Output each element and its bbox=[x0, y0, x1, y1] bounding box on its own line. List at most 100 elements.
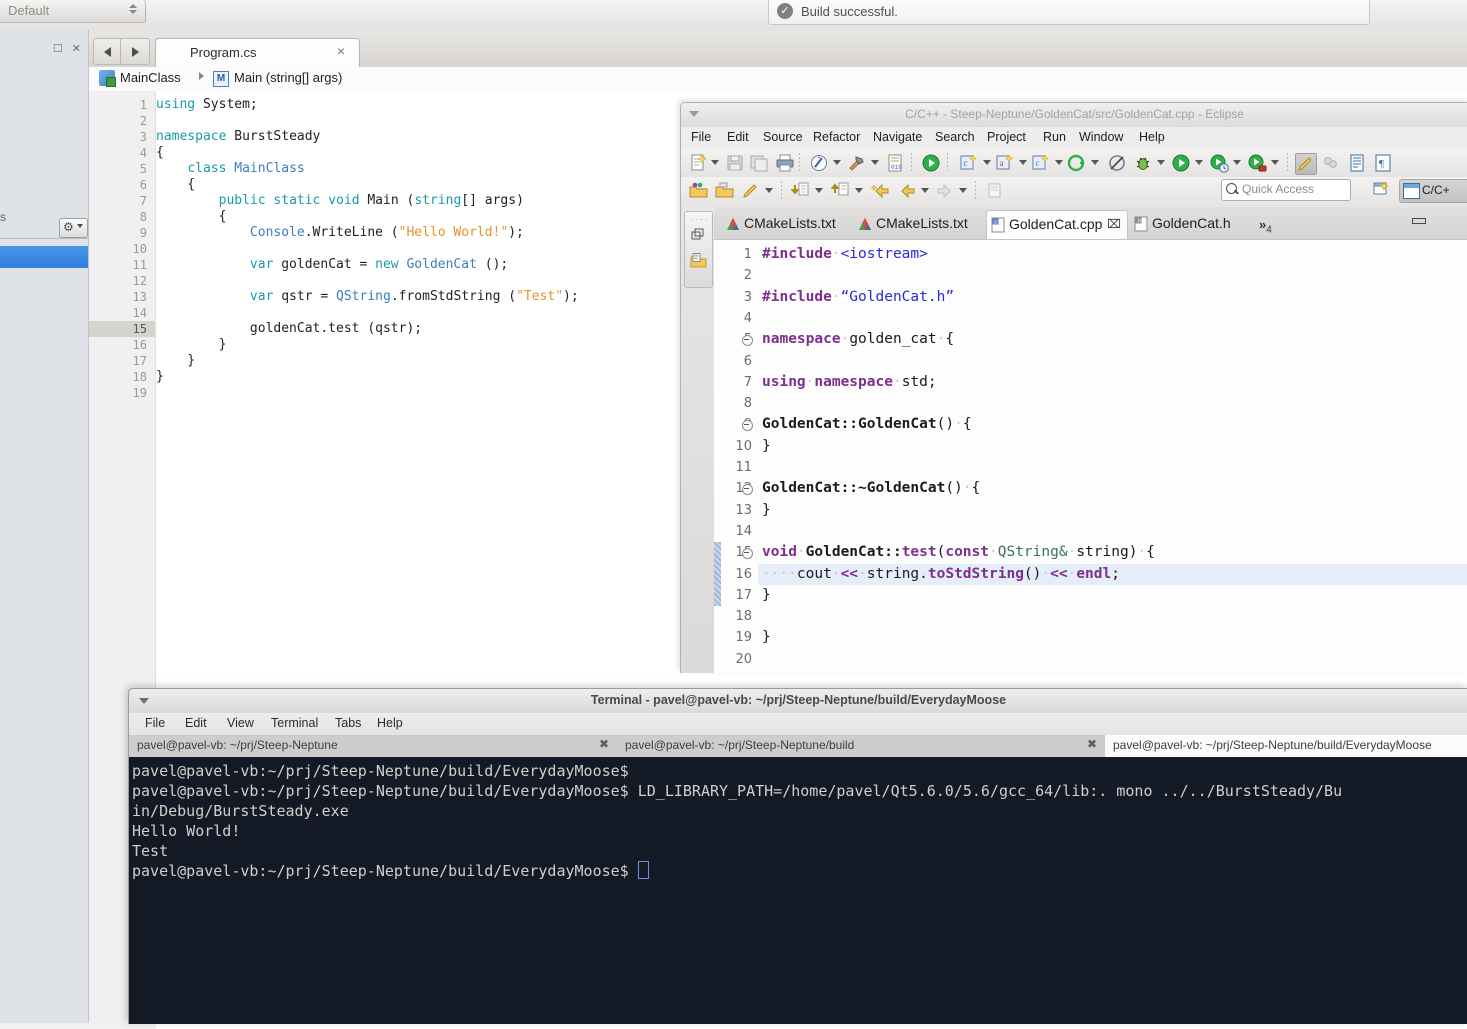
link-with-editor-button[interactable] bbox=[1321, 153, 1341, 173]
eclipse-tab-goldencat-cpp[interactable]: .c GoldenCat.cpp ⌧ bbox=[986, 210, 1128, 240]
code-line[interactable] bbox=[762, 265, 771, 286]
fold-collapse-icon[interactable] bbox=[742, 420, 753, 432]
code-line[interactable] bbox=[762, 351, 771, 372]
debug-dropdown[interactable] bbox=[1157, 160, 1165, 165]
new-c-source-button[interactable]: a bbox=[995, 153, 1015, 173]
close-icon[interactable]: × bbox=[337, 43, 345, 59]
external-tools-dropdown[interactable] bbox=[1271, 160, 1279, 165]
code-line[interactable] bbox=[762, 649, 771, 670]
pad-options-gear-button[interactable]: ⚙ bbox=[59, 218, 88, 238]
eclipse-menu-source[interactable]: Source bbox=[763, 130, 803, 144]
navigate-forward-dropdown[interactable] bbox=[959, 188, 967, 193]
editor-tab-program-cs[interactable]: Program.cs × bbox=[155, 38, 360, 68]
code-line[interactable]: GoldenCat::~GoldenCat()·{ bbox=[762, 478, 980, 499]
terminal-menu-edit[interactable]: Edit bbox=[185, 716, 207, 730]
code-line[interactable] bbox=[762, 308, 771, 329]
back-to-last-edit-button[interactable] bbox=[870, 181, 891, 201]
code-line[interactable]: void·GoldenCat::test(const·QString&·stri… bbox=[762, 542, 1155, 563]
new-c-dropdown[interactable] bbox=[983, 160, 991, 165]
terminal-output[interactable]: pavel@pavel-vb:~/prj/Steep-Neptune/build… bbox=[129, 757, 1467, 1024]
new-c-header-button[interactable]: c bbox=[1031, 153, 1051, 173]
eclipse-titlebar[interactable]: C/C++ - Steep-Neptune/GoldenCat/src/Gold… bbox=[681, 103, 1467, 128]
code-line[interactable]: } bbox=[762, 436, 771, 457]
eclipse-menu-project[interactable]: Project bbox=[987, 130, 1026, 144]
skip-breakpoints-button[interactable] bbox=[1107, 153, 1127, 173]
terminal-menu-help[interactable]: Help bbox=[377, 716, 403, 730]
code-line[interactable] bbox=[762, 606, 771, 627]
code-line[interactable]: #include·“GoldenCat.h” bbox=[762, 287, 954, 308]
profile-button[interactable] bbox=[1209, 153, 1229, 173]
terminal-tab-1[interactable]: pavel@pavel-vb: ~/prj/Steep-Neptune ✖ bbox=[129, 735, 618, 757]
debug-button[interactable] bbox=[1133, 153, 1153, 173]
terminal-titlebar[interactable]: Terminal - pavel@pavel-vb: ~/prj/Steep-N… bbox=[129, 689, 1467, 714]
navigate-back-button[interactable] bbox=[897, 181, 917, 201]
run-last-button[interactable] bbox=[1171, 153, 1191, 173]
eclipse-menu-help[interactable]: Help bbox=[1139, 130, 1165, 144]
pad-selected-row[interactable] bbox=[0, 246, 88, 268]
profile-dropdown[interactable] bbox=[1233, 160, 1241, 165]
new-file-dropdown[interactable] bbox=[711, 160, 719, 165]
build-all-button[interactable] bbox=[809, 153, 829, 173]
breadcrumb-class[interactable]: MainClass bbox=[120, 70, 181, 85]
drag-handle-icon[interactable]: ···· bbox=[691, 215, 710, 224]
close-icon[interactable]: ✖ bbox=[1087, 737, 1097, 751]
eclipse-tab-goldencat-h[interactable]: .h GoldenCat.h bbox=[1130, 210, 1248, 239]
code-line[interactable] bbox=[762, 393, 771, 414]
code-line[interactable]: GoldenCat::GoldenCat()·{ bbox=[762, 414, 972, 435]
code-line[interactable]: #include·<iostream> bbox=[762, 244, 928, 265]
build-dropdown[interactable] bbox=[833, 160, 841, 165]
toggle-mark-occurrences-button[interactable] bbox=[1295, 153, 1317, 175]
external-tools-button[interactable] bbox=[1247, 153, 1267, 173]
navigate-forward-button[interactable] bbox=[120, 38, 150, 65]
run-dropdown[interactable] bbox=[1195, 160, 1203, 165]
eclipse-menu-search[interactable]: Search bbox=[935, 130, 975, 144]
eclipse-menu-edit[interactable]: Edit bbox=[727, 130, 749, 144]
code-line[interactable]: } bbox=[762, 585, 771, 606]
navigate-back-button[interactable] bbox=[93, 38, 123, 65]
terminal-prompt-line[interactable]: pavel@pavel-vb:~/prj/Steep-Neptune/build… bbox=[132, 861, 1467, 881]
eclipse-menu-file[interactable]: File bbox=[691, 130, 711, 144]
project-explorer-icon[interactable] bbox=[690, 252, 708, 273]
build-config-dropdown[interactable] bbox=[871, 160, 879, 165]
open-project-button[interactable] bbox=[689, 181, 709, 201]
last-edit-location-button[interactable] bbox=[741, 181, 761, 201]
fold-collapse-icon[interactable] bbox=[742, 548, 753, 560]
show-source-quick-view[interactable] bbox=[1347, 153, 1367, 173]
perspective-switch-cpp[interactable]: C/C+ bbox=[1399, 179, 1467, 203]
pad-window-controls-icon[interactable]: ☐ ✕ bbox=[53, 42, 84, 55]
code-line[interactable] bbox=[762, 457, 771, 478]
minimized-views-stack[interactable]: ···· bbox=[684, 211, 713, 288]
eclipse-menu-window[interactable]: Window bbox=[1079, 130, 1123, 144]
eclipse-menu-run[interactable]: Run bbox=[1043, 130, 1066, 144]
terminal-tab-3[interactable]: pavel@pavel-vb: ~/prj/Steep-Neptune/buil… bbox=[1105, 735, 1467, 757]
build-button[interactable] bbox=[847, 153, 867, 173]
next-annotation-button[interactable] bbox=[790, 181, 811, 201]
navigate-back-dropdown[interactable] bbox=[921, 188, 929, 193]
code-line[interactable]: namespace·golden_cat·{ bbox=[762, 329, 954, 350]
new-source-dropdown[interactable] bbox=[1019, 160, 1027, 165]
new-c-class-button[interactable]: c bbox=[959, 153, 979, 173]
breadcrumb-member[interactable]: Main (string[] args) bbox=[234, 70, 342, 85]
terminal-menu-file[interactable]: File bbox=[145, 716, 165, 730]
code-line[interactable] bbox=[762, 521, 771, 542]
configuration-combo[interactable]: Default bbox=[0, 0, 146, 23]
run-button[interactable] bbox=[921, 153, 941, 173]
edit-location-dropdown[interactable] bbox=[765, 188, 773, 193]
terminal-window[interactable]: Terminal - pavel@pavel-vb: ~/prj/Steep-N… bbox=[128, 688, 1467, 1024]
cpp-editor[interactable]: 1234567891011121314151617181920 #include… bbox=[714, 239, 1467, 673]
code-line[interactable]: } bbox=[762, 627, 771, 648]
terminal-tab-2[interactable]: pavel@pavel-vb: ~/prj/Steep-Neptune/buil… bbox=[617, 735, 1106, 757]
navigate-forward-button[interactable] bbox=[935, 181, 955, 201]
previous-annotation-dropdown[interactable] bbox=[855, 188, 863, 193]
fold-collapse-icon[interactable] bbox=[742, 484, 753, 496]
terminal-menu-tabs[interactable]: Tabs bbox=[335, 716, 361, 730]
eclipse-tab-cmakelists-txt[interactable]: CMakeLists.txt bbox=[722, 210, 850, 239]
close-icon[interactable]: ⌧ bbox=[1107, 217, 1121, 231]
print-button[interactable] bbox=[775, 153, 795, 173]
restore-icon[interactable] bbox=[691, 228, 705, 245]
new-header-dropdown[interactable] bbox=[1055, 160, 1063, 165]
tabs-overflow-chevron[interactable]: »4 bbox=[1259, 217, 1272, 236]
code-line[interactable]: ····cout·<<·string.toStdString()·<<·endl… bbox=[762, 564, 1120, 585]
save-button[interactable] bbox=[725, 153, 745, 173]
terminal-menu-view[interactable]: View bbox=[227, 716, 254, 730]
